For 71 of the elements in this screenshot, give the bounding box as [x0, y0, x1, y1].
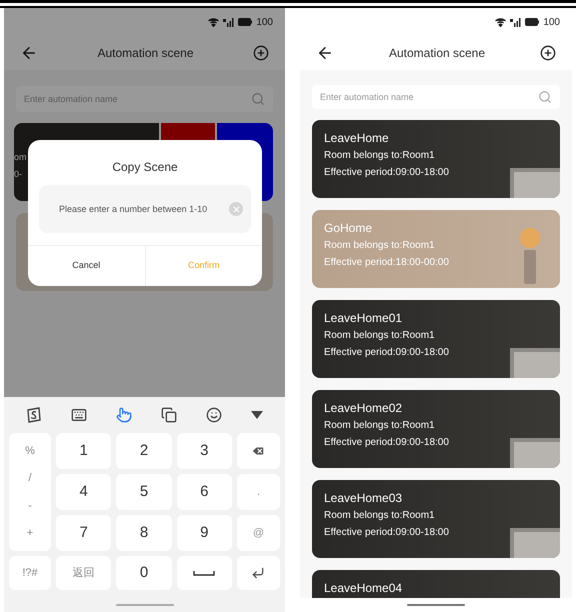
number-key[interactable]: 5 — [116, 474, 172, 510]
scene-card[interactable]: LeaveHome01 Room belongs to:Room1 Effective period:09:00-18:00 — [312, 300, 560, 378]
battery-icon — [525, 18, 540, 26]
signal-icon — [510, 18, 522, 26]
enter-icon — [251, 566, 266, 580]
scene-room: Room belongs to:Room1 — [324, 149, 435, 163]
scene-room: Room belongs to:Room1 — [324, 509, 435, 523]
scene-period: 0- — [14, 168, 22, 181]
picture-frame-drawing — [510, 438, 560, 468]
keyboard-icon[interactable] — [71, 407, 88, 423]
search-field[interactable]: Enter automation name — [312, 85, 560, 109]
hand-pointer-icon[interactable] — [116, 407, 132, 423]
page-title: Automation scene — [388, 45, 486, 62]
scene-name: LeaveHome — [324, 130, 389, 146]
scene-period: Effective period:18:00-00:00 — [324, 256, 449, 270]
scene-name: GoHome — [324, 220, 372, 236]
number-key[interactable]: 6 — [176, 474, 232, 510]
keyboard-key[interactable]: !?# — [9, 556, 51, 590]
battery-icon — [238, 18, 252, 26]
search-field[interactable]: Enter automation name — [16, 86, 273, 112]
logo-icon[interactable] — [26, 407, 42, 423]
scene-name: LeaveHome03 — [324, 490, 402, 506]
scene-room: Room belongs to:Room1 — [324, 419, 435, 433]
scene-room: Room belongs to:Room1 — [324, 239, 435, 253]
scene-name: LeaveHome02 — [324, 400, 402, 416]
scene-name: LeaveHome04 — [324, 580, 402, 596]
home-indicator — [407, 604, 465, 606]
wifi-icon — [495, 18, 506, 26]
picture-frame-drawing — [510, 528, 560, 558]
symbol-key[interactable]: % / - + — [9, 433, 51, 551]
smiley-icon[interactable] — [206, 407, 222, 423]
add-icon[interactable] — [253, 45, 269, 61]
scene-room: om — [14, 150, 27, 164]
space-key[interactable] — [176, 556, 232, 590]
scene-card[interactable]: LeaveHome04 — [312, 570, 560, 598]
back-icon[interactable] — [316, 44, 334, 62]
scene-period: Effective period:09:00-18:00 — [324, 436, 449, 450]
back-icon[interactable] — [20, 44, 38, 62]
battery-level: 100 — [543, 16, 560, 30]
add-icon[interactable] — [540, 45, 556, 61]
scene-card[interactable]: LeaveHome03 Room belongs to:Room1 Effective period:09:00-18:00 — [312, 480, 560, 558]
scene-period: Effective period:09:00-18:00 — [324, 526, 449, 540]
page-title: Automation scene — [97, 45, 194, 62]
space-bar-icon — [193, 570, 216, 576]
scene-card[interactable]: LeaveHome02 Room belongs to:Room1 Effective period:09:00-18:00 — [312, 390, 560, 468]
scene-room: Room belongs to:Room1 — [324, 329, 435, 343]
scene-period: Effective period:09:00-18:00 — [324, 166, 449, 180]
battery-level: 100 — [256, 16, 273, 30]
number-key[interactable]: 8 — [116, 515, 172, 551]
number-field[interactable]: Please enter a number between 1-10 — [39, 185, 251, 233]
picture-frame-drawing — [510, 348, 560, 378]
number-key[interactable]: 3 — [176, 433, 232, 469]
picture-frame-drawing — [510, 168, 560, 198]
keyboard-key[interactable]: 0 — [116, 556, 172, 590]
dialog-title: Copy Scene — [112, 159, 178, 175]
number-key[interactable]: 7 — [56, 515, 112, 551]
keyboard-key[interactable]: 返回 — [56, 556, 112, 590]
number-key[interactable]: 9 — [176, 515, 232, 551]
scene-name: LeaveHome01 — [324, 310, 402, 326]
home-indicator — [116, 604, 174, 606]
wifi-icon — [208, 18, 220, 26]
scene-period: Effective period:09:00-18:00 — [324, 346, 449, 360]
collapse-icon[interactable] — [250, 411, 263, 419]
number-key[interactable]: 1 — [56, 433, 112, 469]
number-key[interactable]: 2 — [116, 433, 172, 469]
scene-card[interactable]: LeaveHome Room belongs to:Room1 Effective period:09:00-18:00 — [312, 120, 560, 198]
copy-icon[interactable] — [160, 407, 177, 423]
cancel-button[interactable]: Cancel — [28, 246, 144, 286]
number-key[interactable]: 4 — [56, 474, 112, 510]
signal-icon — [223, 18, 234, 26]
backspace-key[interactable] — [236, 433, 280, 469]
